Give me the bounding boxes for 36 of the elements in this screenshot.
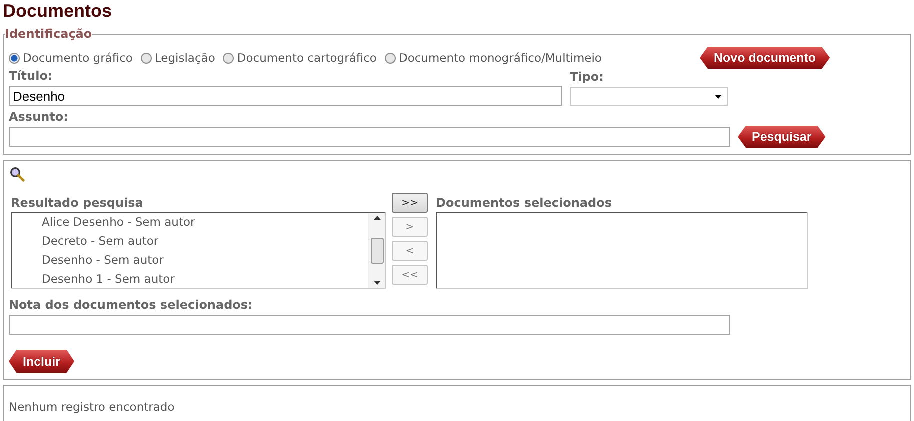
search-button[interactable]: Pesquisar [738, 126, 826, 148]
transfer-button[interactable]: > [392, 217, 428, 237]
field-label: Tipo: [570, 70, 605, 84]
caret-icon [715, 94, 722, 98]
list-label: Resultado pesquisa [11, 196, 144, 210]
radio-option[interactable]: Legislação [140, 51, 216, 65]
transfer-button[interactable]: < [392, 241, 428, 261]
result-item[interactable]: Desenho 1 - Sem autor [42, 270, 368, 289]
transfer-button[interactable]: >> [392, 193, 428, 213]
radio-icon[interactable] [140, 52, 152, 64]
result-item[interactable]: Decreto - Sem autor [42, 232, 368, 251]
subject-field[interactable] [9, 127, 730, 147]
new-document-button[interactable]: Novo documento [700, 47, 830, 69]
field-label: Nota dos documentos selecionados: [9, 298, 254, 312]
scrollbar[interactable] [368, 213, 385, 288]
panel-legend: Identificação [5, 27, 92, 41]
status-message: Nenhum registro encontrado [9, 400, 175, 414]
type-select[interactable] [570, 87, 728, 106]
field-label: Título: [9, 69, 54, 83]
radio-icon[interactable] [384, 52, 396, 64]
field-label: Assunto: [9, 110, 70, 124]
scroll-thumb[interactable] [370, 238, 384, 264]
scroll-up-icon[interactable] [374, 216, 380, 220]
list-label: Documentos selecionados [436, 196, 613, 210]
note-field[interactable] [9, 314, 730, 334]
result-item[interactable]: Desenho - Sem autor [42, 251, 368, 270]
radio-icon[interactable] [223, 52, 234, 64]
result-item[interactable]: Alice Desenho - Sem autor [42, 213, 368, 232]
transfer-button[interactable]: << [392, 265, 428, 285]
title-field[interactable]: Desenho [9, 86, 562, 106]
page-title: Documentos [3, 1, 114, 23]
scroll-down-icon[interactable] [374, 281, 380, 285]
radio-label: Legislação [154, 51, 216, 65]
radio-icon[interactable] [9, 52, 20, 64]
include-button[interactable]: Incluir [9, 350, 75, 374]
search-icon[interactable] [10, 167, 25, 182]
